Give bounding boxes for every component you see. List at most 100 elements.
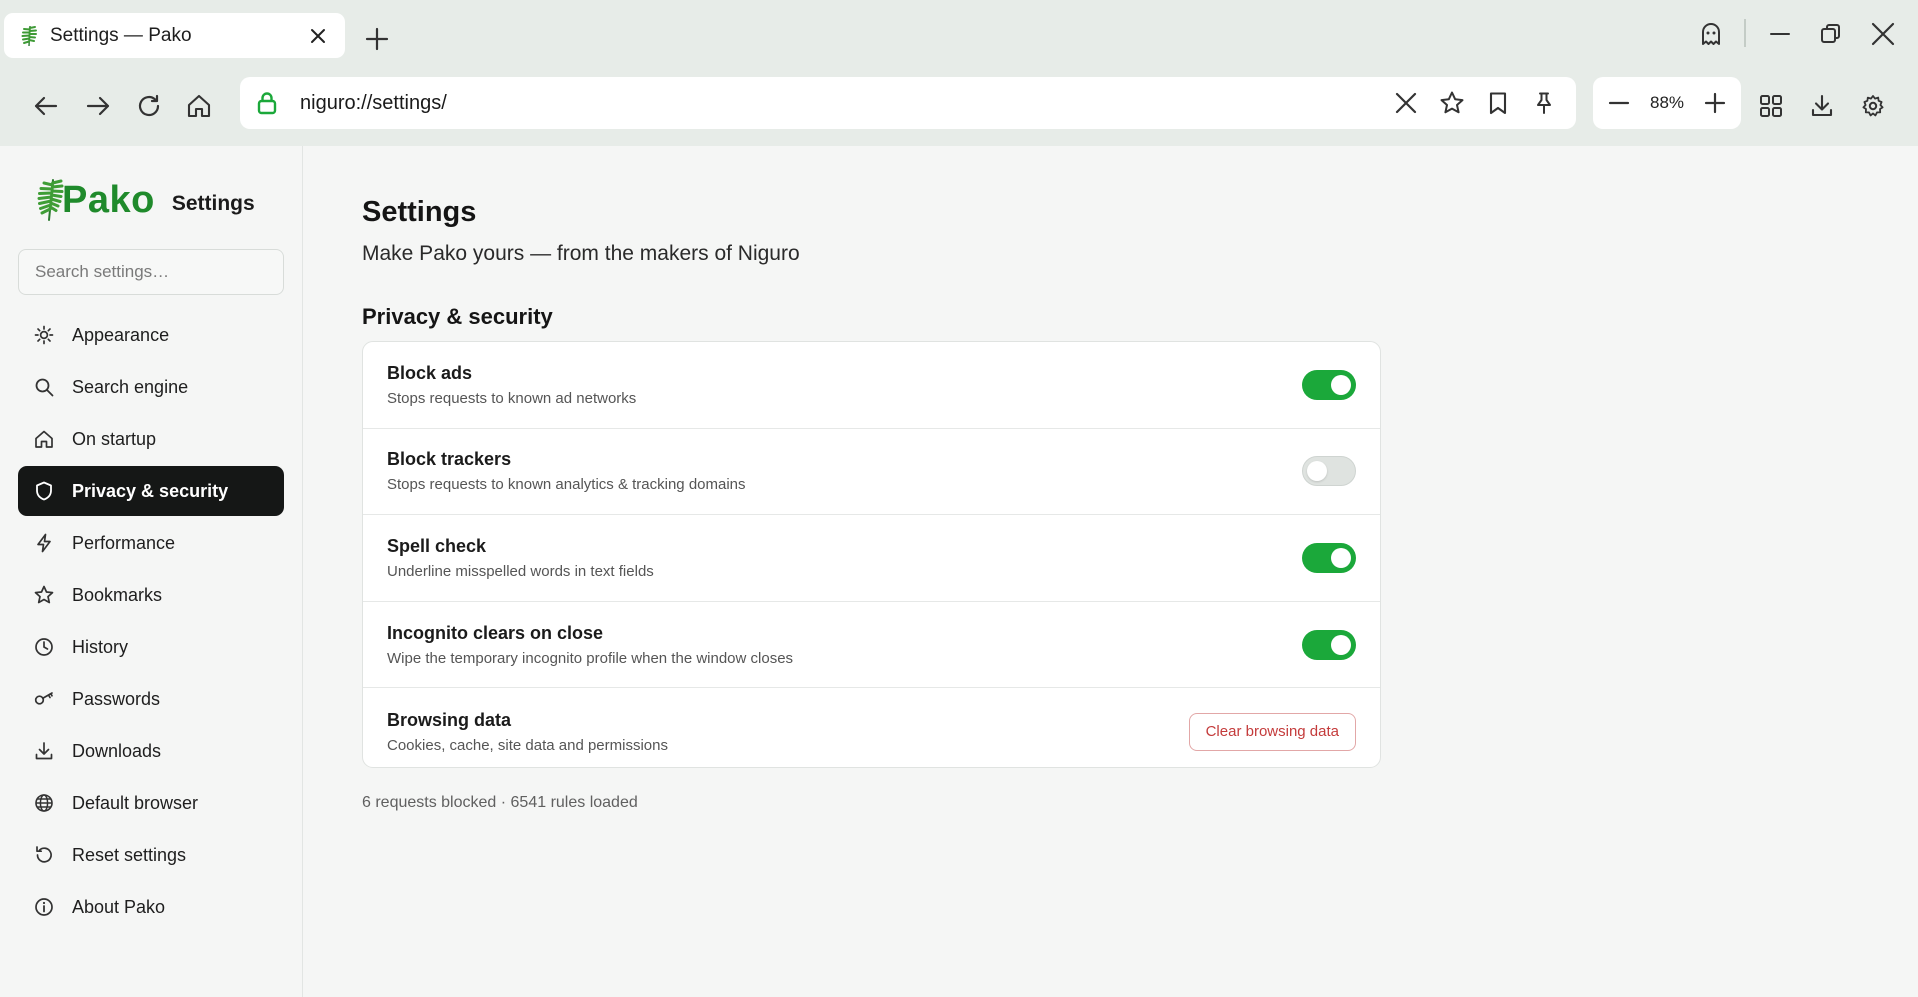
sidebar: Pako Settings Appearance Search engine — [0, 146, 303, 997]
sidebar-item-reset-settings[interactable]: Reset settings — [18, 830, 284, 880]
setting-description: Stops requests to known analytics & trac… — [387, 476, 746, 494]
sidebar-item-appearance[interactable]: Appearance — [18, 310, 284, 360]
sidebar-item-label: Reset settings — [72, 844, 187, 865]
toolbar-separator — [1744, 19, 1746, 47]
clear-url-icon[interactable] — [1386, 83, 1426, 123]
block-ads-toggle[interactable] — [1302, 369, 1356, 400]
clock-icon — [34, 637, 54, 657]
toggle-knob — [1331, 634, 1351, 655]
zoom-level: 88% — [1649, 93, 1685, 112]
sidebar-item-about[interactable]: About Pako — [18, 882, 284, 932]
page-title: Settings — [362, 196, 477, 228]
close-tab-icon[interactable] — [305, 23, 331, 49]
brand-subtitle: Settings — [171, 192, 255, 215]
home-button[interactable] — [179, 86, 219, 126]
new-tab-button[interactable] — [362, 24, 392, 54]
setting-label: Block ads — [387, 362, 473, 383]
brand-name: Pako — [62, 179, 155, 221]
setting-row-block-ads: Block ads Stops requests to known ad net… — [363, 342, 1380, 429]
sidebar-item-search-engine[interactable]: Search engine — [18, 362, 284, 412]
fern-icon — [20, 25, 38, 47]
setting-description: Wipe the temporary incognito profile whe… — [387, 649, 794, 667]
downloads-toolbar-icon[interactable] — [1802, 86, 1842, 126]
sidebar-item-passwords[interactable]: Passwords — [18, 674, 284, 724]
setting-row-browsing-data: Browsing data Cookies, cache, site data … — [363, 688, 1380, 767]
minimize-window-button[interactable] — [1762, 18, 1798, 50]
tab-title: Settings — Pako — [50, 24, 192, 46]
sidebar-item-label: Privacy & security — [72, 480, 229, 501]
brand-logo: Pako Settings — [36, 178, 255, 222]
settings-gear-icon[interactable] — [1853, 86, 1893, 126]
sun-icon — [34, 325, 54, 345]
settings-nav: Appearance Search engine On startup Priv… — [18, 310, 284, 934]
setting-row-block-trackers: Block trackers Stops requests to known a… — [363, 429, 1380, 516]
address-bar — [240, 77, 1576, 129]
setting-row-spell-check: Spell check Underline misspelled words i… — [363, 515, 1380, 602]
star-icon — [34, 585, 54, 605]
sidebar-item-label: Performance — [72, 532, 176, 553]
sidebar-item-label: Bookmarks — [72, 584, 163, 605]
sidebar-item-label: About Pako — [72, 896, 166, 917]
shield-icon — [34, 481, 54, 501]
incognito-clears-toggle[interactable] — [1302, 629, 1356, 660]
fern-logo-icon — [36, 178, 64, 222]
setting-description: Underline misspelled words in text field… — [387, 562, 654, 580]
toggle-knob — [1331, 547, 1351, 568]
sidebar-item-label: Search engine — [72, 376, 189, 397]
sidebar-item-label: On startup — [72, 428, 157, 449]
sidebar-item-label: History — [72, 636, 129, 657]
search-icon — [34, 377, 54, 397]
lock-icon[interactable] — [254, 90, 280, 116]
grid-apps-icon[interactable] — [1751, 86, 1791, 126]
back-button[interactable] — [26, 86, 66, 126]
zoom-control: 88% — [1593, 77, 1741, 129]
info-icon — [34, 897, 54, 917]
setting-label: Block trackers — [387, 449, 512, 470]
setting-description: Stops requests to known ad networks — [387, 389, 637, 407]
sidebar-item-performance[interactable]: Performance — [18, 518, 284, 568]
lightning-icon — [34, 533, 54, 553]
sidebar-item-label: Default browser — [72, 792, 199, 813]
clear-browsing-data-button[interactable]: Clear browsing data — [1188, 712, 1356, 751]
browser-toolbar: 88% — [0, 70, 1918, 146]
incognito-ghost-icon[interactable] — [1693, 18, 1729, 50]
forward-button[interactable] — [78, 86, 118, 126]
reload-button[interactable] — [129, 86, 169, 126]
setting-label: Incognito clears on close — [387, 622, 604, 643]
sidebar-item-bookmarks[interactable]: Bookmarks — [18, 570, 284, 620]
pin-icon[interactable] — [1524, 83, 1564, 123]
zoom-in-button[interactable] — [1697, 85, 1733, 121]
zoom-out-button[interactable] — [1601, 85, 1637, 121]
block-trackers-toggle[interactable] — [1302, 456, 1356, 487]
setting-description: Cookies, cache, site data and permission… — [387, 736, 668, 754]
settings-page: Pako Settings Appearance Search engine — [0, 146, 1918, 997]
toggle-knob — [1331, 374, 1351, 395]
reset-icon — [34, 845, 54, 865]
page-subtitle: Make Pako yours — from the makers of Nig… — [362, 242, 800, 265]
sidebar-item-label: Passwords — [72, 688, 161, 709]
toggle-knob — [1307, 461, 1327, 482]
reading-list-icon[interactable] — [1478, 83, 1518, 123]
blocking-stats: 6 requests blocked · 6541 rules loaded — [362, 794, 638, 811]
close-window-button[interactable] — [1865, 18, 1901, 50]
setting-label: Browsing data — [387, 709, 512, 730]
tab-strip: Settings — Pako — [0, 0, 1918, 70]
sidebar-item-on-startup[interactable]: On startup — [18, 414, 284, 464]
sidebar-item-label: Downloads — [72, 740, 162, 761]
sidebar-item-privacy-security[interactable]: Privacy & security — [18, 466, 284, 516]
url-input[interactable] — [300, 91, 1386, 115]
restore-window-button[interactable] — [1813, 18, 1849, 50]
search-settings-input[interactable] — [18, 249, 284, 295]
sidebar-item-default-browser[interactable]: Default browser — [18, 778, 284, 828]
sidebar-item-label: Appearance — [72, 324, 170, 345]
home-icon — [34, 429, 54, 449]
sidebar-item-downloads[interactable]: Downloads — [18, 726, 284, 776]
tab-settings[interactable]: Settings — Pako — [4, 13, 345, 58]
globe-icon — [34, 793, 54, 813]
sidebar-item-history[interactable]: History — [18, 622, 284, 672]
bookmark-star-icon[interactable] — [1432, 83, 1472, 123]
key-icon — [34, 689, 54, 709]
spell-check-toggle[interactable] — [1302, 542, 1356, 573]
download-icon — [34, 741, 54, 761]
setting-label: Spell check — [387, 535, 487, 556]
